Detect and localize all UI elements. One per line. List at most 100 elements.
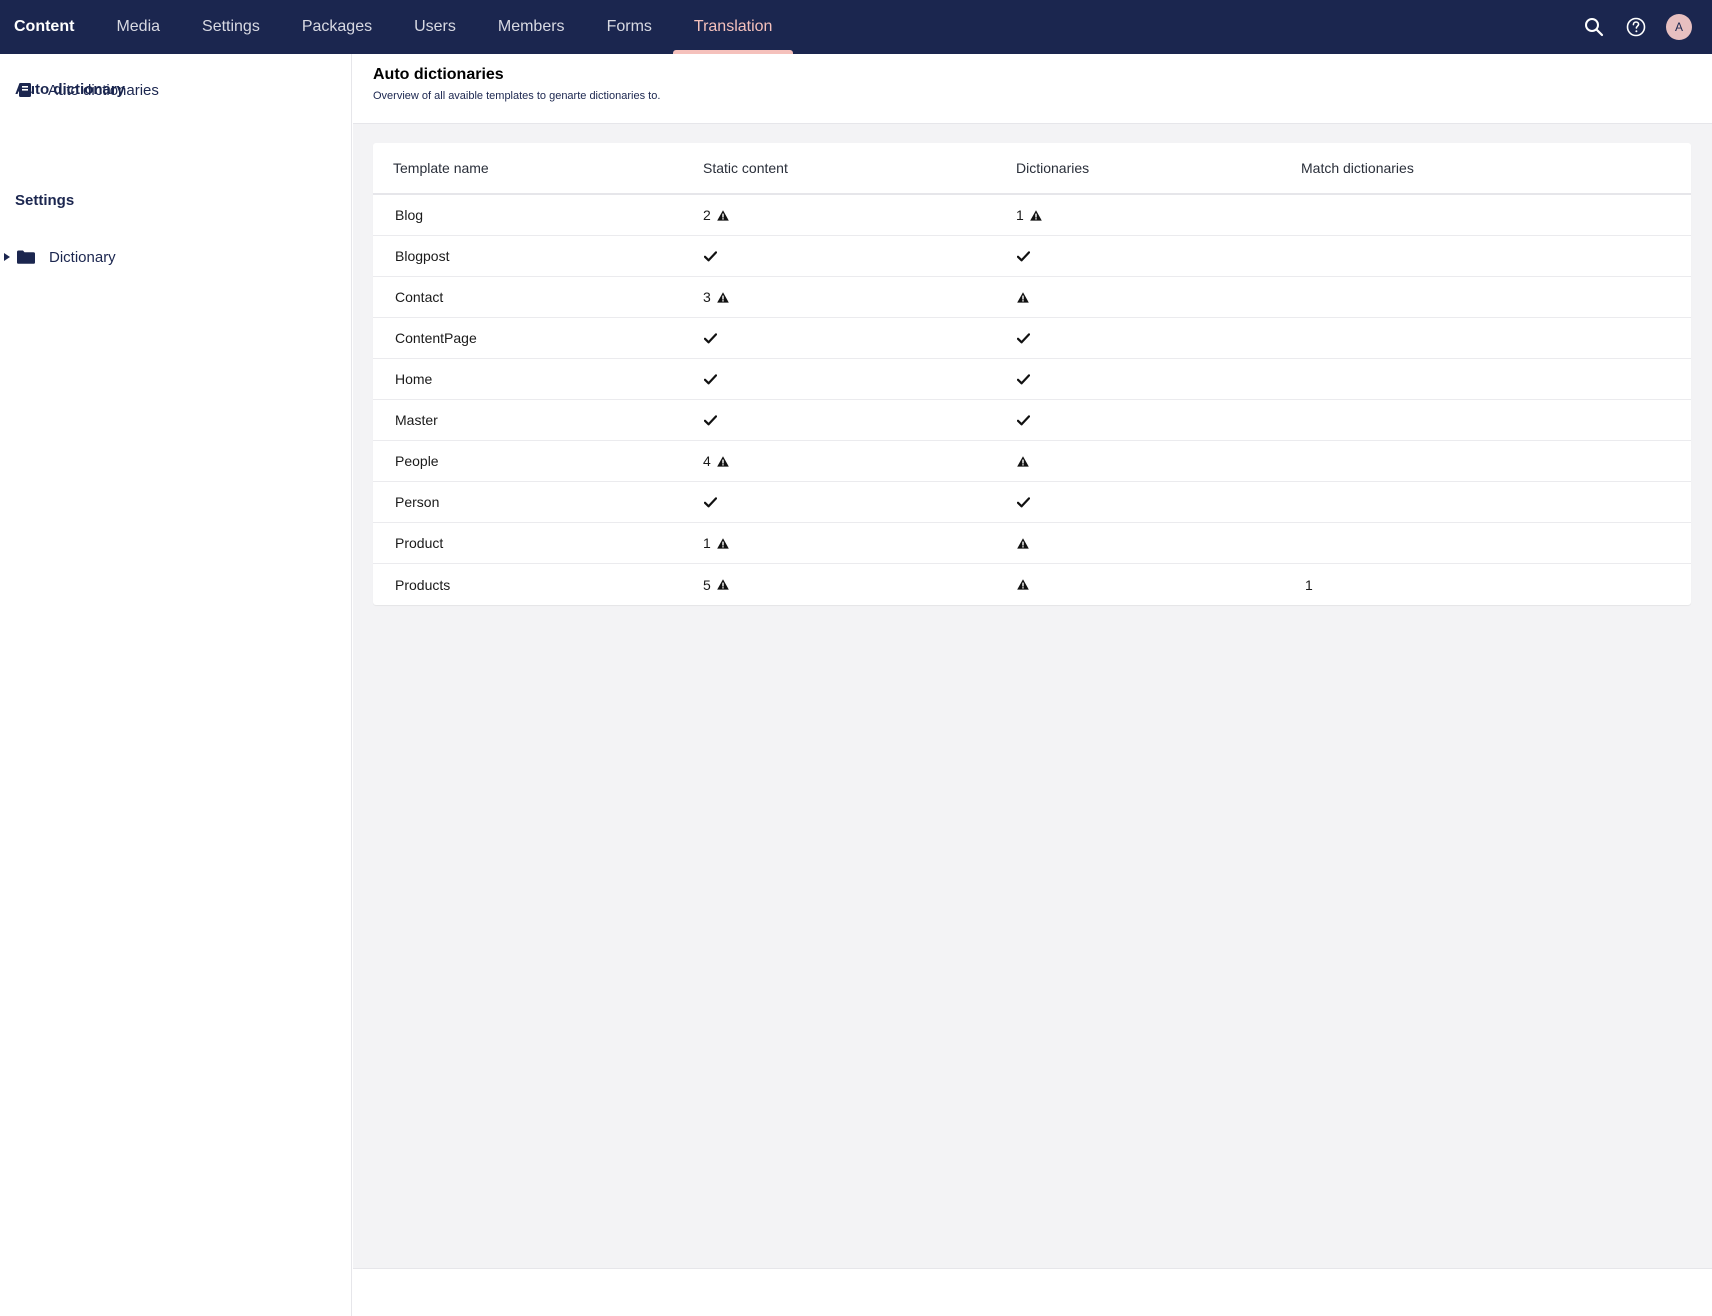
section-nav: Content Media Settings Packages Users Members… bbox=[0, 0, 794, 54]
warning-icon bbox=[716, 578, 730, 592]
match-dictionaries-cell: 1 bbox=[1305, 576, 1313, 593]
book-icon bbox=[15, 82, 35, 98]
static-content-cell bbox=[703, 331, 1016, 345]
dictionaries-cell bbox=[1016, 578, 1301, 592]
user-avatar[interactable]: A bbox=[1666, 14, 1692, 40]
warning-icon bbox=[1016, 454, 1030, 468]
dictionaries-cell bbox=[1016, 454, 1301, 468]
table-row[interactable]: Person bbox=[373, 482, 1691, 523]
sidebar-heading-settings: Settings bbox=[15, 192, 75, 209]
template-name-cell: Products bbox=[395, 576, 451, 593]
table-header: Template name Static content Dictionarie… bbox=[373, 143, 1691, 195]
table-row[interactable]: ContentPage bbox=[373, 318, 1691, 359]
checkmark-icon bbox=[703, 249, 717, 263]
column-header-static-content[interactable]: Static content bbox=[703, 160, 1016, 176]
dictionaries-cell bbox=[1016, 536, 1301, 550]
static-content-count: 3 bbox=[703, 289, 711, 305]
sidebar-item-dictionary[interactable]: Dictionary bbox=[0, 239, 352, 275]
nav-settings[interactable]: Settings bbox=[181, 0, 281, 54]
template-name-cell: People bbox=[395, 453, 439, 469]
page-header: Auto dictionaries Overview of all avaibl… bbox=[353, 54, 1712, 124]
nav-forms[interactable]: Forms bbox=[586, 0, 673, 54]
warning-icon bbox=[716, 208, 730, 222]
table-row[interactable]: Products 5 1 bbox=[373, 564, 1691, 605]
static-content-cell bbox=[703, 249, 1016, 263]
table-row[interactable]: Blogpost bbox=[373, 236, 1691, 277]
search-icon[interactable] bbox=[1582, 15, 1606, 39]
template-name-cell: Blogpost bbox=[395, 248, 450, 264]
checkmark-icon bbox=[1016, 249, 1030, 263]
page-description: Overview of all avaible templates to gen… bbox=[373, 90, 661, 102]
table-row[interactable]: Master bbox=[373, 400, 1691, 441]
warning-icon bbox=[1016, 578, 1030, 592]
checkmark-icon bbox=[1016, 331, 1030, 345]
folder-icon bbox=[16, 250, 36, 264]
warning-icon bbox=[716, 536, 730, 550]
sidebar-item-auto-dictionaries[interactable]: Auto dictionaries bbox=[0, 72, 352, 108]
nav-members[interactable]: Members bbox=[477, 0, 586, 54]
static-content-cell bbox=[703, 372, 1016, 386]
static-content-cell: 3 bbox=[703, 289, 1016, 305]
table-row[interactable]: Home bbox=[373, 359, 1691, 400]
nav-content[interactable]: Content bbox=[0, 0, 95, 54]
page-title: Auto dictionaries bbox=[373, 66, 504, 83]
static-content-cell: 4 bbox=[703, 453, 1016, 469]
table-row[interactable]: People 4 bbox=[373, 441, 1691, 482]
sidebar: Auto dictionary Auto dictionaries Settin… bbox=[0, 54, 352, 1316]
static-content-cell bbox=[703, 495, 1016, 509]
static-content-count: 1 bbox=[703, 535, 711, 551]
table-row[interactable]: Blog 2 1 bbox=[373, 195, 1691, 236]
column-header-dictionaries[interactable]: Dictionaries bbox=[1016, 160, 1301, 176]
templates-table: Template name Static content Dictionarie… bbox=[373, 143, 1691, 605]
footer-bar bbox=[353, 1268, 1712, 1316]
dictionaries-cell bbox=[1016, 372, 1301, 386]
dictionaries-cell bbox=[1016, 331, 1301, 345]
static-content-cell: 5 bbox=[703, 577, 1016, 593]
checkmark-icon bbox=[703, 331, 717, 345]
warning-icon bbox=[1016, 536, 1030, 550]
top-right-tools: A bbox=[1582, 0, 1712, 54]
checkmark-icon bbox=[1016, 495, 1030, 509]
column-header-template-name[interactable]: Template name bbox=[373, 160, 703, 176]
nav-users[interactable]: Users bbox=[393, 0, 477, 54]
template-name-cell: Contact bbox=[395, 289, 444, 305]
dictionaries-count: 1 bbox=[1016, 207, 1024, 223]
checkmark-icon bbox=[703, 372, 717, 386]
sidebar-item-label: Dictionary bbox=[49, 248, 116, 266]
static-content-count: 4 bbox=[703, 453, 711, 469]
warning-icon bbox=[716, 454, 730, 468]
static-content-cell bbox=[703, 413, 1016, 427]
dictionaries-cell bbox=[1016, 413, 1301, 427]
dictionaries-cell: 1 bbox=[1016, 207, 1301, 223]
help-icon[interactable] bbox=[1624, 15, 1648, 39]
static-content-count: 2 bbox=[703, 207, 711, 223]
table-row[interactable]: Contact 3 bbox=[373, 277, 1691, 318]
template-name-cell: Home bbox=[395, 371, 433, 387]
warning-icon bbox=[1016, 290, 1030, 304]
template-name-cell: Product bbox=[395, 535, 444, 551]
template-name-cell: Person bbox=[395, 494, 440, 510]
warning-icon bbox=[1029, 208, 1043, 222]
nav-media[interactable]: Media bbox=[95, 0, 181, 54]
dictionaries-cell bbox=[1016, 290, 1301, 304]
static-content-cell: 1 bbox=[703, 535, 1016, 551]
static-content-count: 5 bbox=[703, 576, 711, 593]
template-name-cell: ContentPage bbox=[395, 330, 477, 346]
static-content-cell: 2 bbox=[703, 207, 1016, 223]
sidebar-item-label: Auto dictionaries bbox=[48, 81, 159, 99]
checkmark-icon bbox=[1016, 413, 1030, 427]
dictionaries-cell bbox=[1016, 249, 1301, 263]
checkmark-icon bbox=[1016, 372, 1030, 386]
main-panel: Auto dictionaries Overview of all avaibl… bbox=[353, 54, 1712, 1316]
expand-caret-icon[interactable] bbox=[0, 253, 14, 261]
table-body: Blog 2 1 Blogpost Contact 3 ContentPage Home Mas… bbox=[373, 195, 1691, 605]
nav-packages[interactable]: Packages bbox=[281, 0, 393, 54]
template-name-cell: Blog bbox=[395, 207, 424, 223]
column-header-match-dictionaries[interactable]: Match dictionaries bbox=[1301, 160, 1691, 176]
checkmark-icon bbox=[703, 495, 717, 509]
checkmark-icon bbox=[703, 413, 717, 427]
table-row[interactable]: Product 1 bbox=[373, 523, 1691, 564]
nav-translation[interactable]: Translation bbox=[672, 0, 794, 54]
warning-icon bbox=[716, 290, 730, 304]
template-name-cell: Master bbox=[395, 412, 438, 428]
